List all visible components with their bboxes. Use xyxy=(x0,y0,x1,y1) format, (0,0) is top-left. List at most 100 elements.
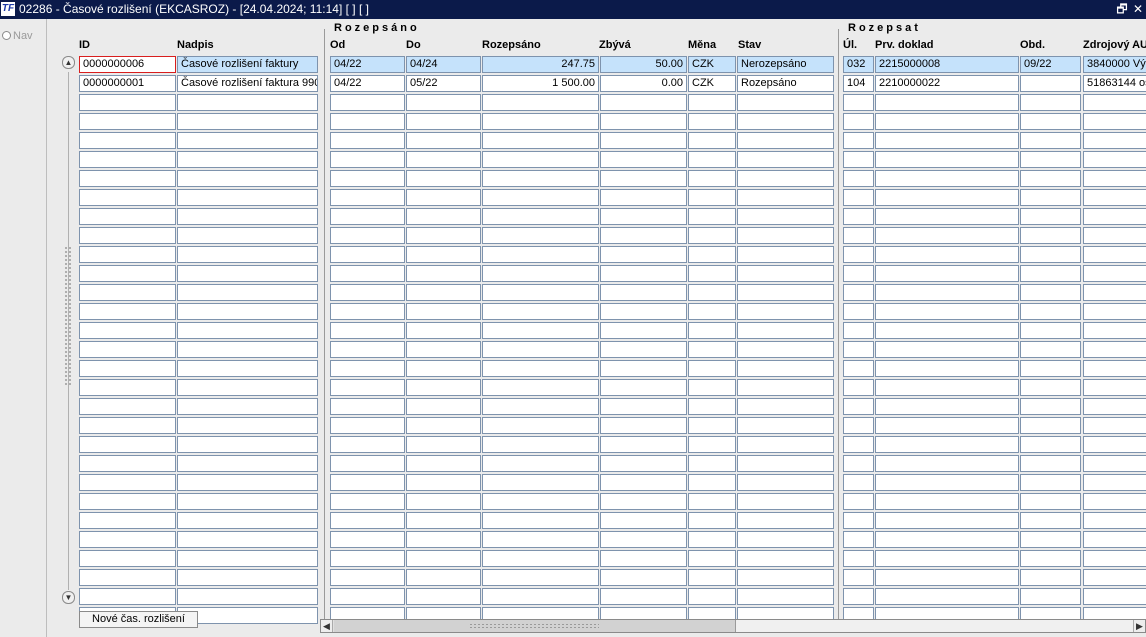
cell-zbyva[interactable] xyxy=(600,493,687,510)
cell-od[interactable] xyxy=(330,531,405,548)
cell-od[interactable] xyxy=(330,227,405,244)
cell-rozepsano[interactable] xyxy=(482,227,599,244)
cell-id[interactable] xyxy=(79,151,176,168)
cell-zbyva[interactable] xyxy=(600,303,687,320)
cell-zbyva[interactable] xyxy=(600,170,687,187)
cell-prv-doklad[interactable] xyxy=(875,246,1019,263)
cell-mena[interactable] xyxy=(688,132,736,149)
cell-ul[interactable] xyxy=(843,455,874,472)
cell-od[interactable] xyxy=(330,94,405,111)
cell-ul[interactable] xyxy=(843,531,874,548)
cell-obd[interactable]: 09/22 xyxy=(1020,56,1081,73)
cell-do[interactable] xyxy=(406,246,481,263)
cell-od[interactable] xyxy=(330,512,405,529)
cell-mena[interactable] xyxy=(688,493,736,510)
cell-ul[interactable] xyxy=(843,246,874,263)
cell-zbyva[interactable] xyxy=(600,132,687,149)
cell-rozepsano[interactable] xyxy=(482,550,599,567)
cell-id[interactable] xyxy=(79,265,176,282)
cell-mena[interactable] xyxy=(688,94,736,111)
cell-id[interactable] xyxy=(79,569,176,586)
cell-zbyva[interactable] xyxy=(600,531,687,548)
cell-zdrojovy[interactable] xyxy=(1083,303,1146,320)
cell-prv-doklad[interactable] xyxy=(875,208,1019,225)
cell-prv-doklad[interactable] xyxy=(875,569,1019,586)
cell-prv-doklad[interactable] xyxy=(875,379,1019,396)
cell-do[interactable] xyxy=(406,170,481,187)
cell-zbyva[interactable] xyxy=(600,417,687,434)
cell-do[interactable] xyxy=(406,189,481,206)
cell-zdrojovy[interactable] xyxy=(1083,398,1146,415)
cell-zdrojovy[interactable] xyxy=(1083,455,1146,472)
cell-rozepsano[interactable] xyxy=(482,360,599,377)
cell-od[interactable] xyxy=(330,550,405,567)
cell-rozepsano[interactable] xyxy=(482,398,599,415)
cell-prv-doklad[interactable] xyxy=(875,531,1019,548)
cell-od[interactable]: 04/22 xyxy=(330,75,405,92)
cell-zdrojovy[interactable] xyxy=(1083,246,1146,263)
cell-prv-doklad[interactable] xyxy=(875,512,1019,529)
cell-nadpis[interactable] xyxy=(177,398,318,415)
cell-zdrojovy[interactable] xyxy=(1083,151,1146,168)
cell-do[interactable] xyxy=(406,569,481,586)
cell-prv-doklad[interactable] xyxy=(875,588,1019,605)
cell-do[interactable] xyxy=(406,284,481,301)
cell-stav[interactable] xyxy=(737,151,834,168)
cell-obd[interactable] xyxy=(1020,493,1081,510)
cell-rozepsano[interactable] xyxy=(482,512,599,529)
cell-obd[interactable] xyxy=(1020,151,1081,168)
cell-stav[interactable] xyxy=(737,227,834,244)
cell-stav[interactable] xyxy=(737,189,834,206)
cell-zbyva[interactable] xyxy=(600,512,687,529)
cell-id[interactable] xyxy=(79,189,176,206)
cell-zdrojovy[interactable] xyxy=(1083,322,1146,339)
cell-id[interactable] xyxy=(79,132,176,149)
cell-od[interactable] xyxy=(330,569,405,586)
cell-rozepsano[interactable]: 247.75 xyxy=(482,56,599,73)
cell-zbyva[interactable] xyxy=(600,189,687,206)
cell-mena[interactable] xyxy=(688,455,736,472)
cell-ul[interactable] xyxy=(843,303,874,320)
cell-prv-doklad[interactable] xyxy=(875,151,1019,168)
cell-nadpis[interactable] xyxy=(177,436,318,453)
cell-stav[interactable] xyxy=(737,493,834,510)
cell-mena[interactable] xyxy=(688,550,736,567)
cell-rozepsano[interactable] xyxy=(482,379,599,396)
cell-od[interactable] xyxy=(330,588,405,605)
cell-rozepsano[interactable] xyxy=(482,341,599,358)
cell-zbyva[interactable] xyxy=(600,246,687,263)
cell-nadpis[interactable]: Časové rozlišení faktury xyxy=(177,56,318,73)
cell-do[interactable]: 04/24 xyxy=(406,56,481,73)
cell-ul[interactable] xyxy=(843,569,874,586)
cell-zbyva[interactable] xyxy=(600,94,687,111)
cell-stav[interactable] xyxy=(737,303,834,320)
cell-zdrojovy[interactable] xyxy=(1083,189,1146,206)
cell-do[interactable] xyxy=(406,455,481,472)
cell-nadpis[interactable] xyxy=(177,341,318,358)
cell-prv-doklad[interactable] xyxy=(875,303,1019,320)
cell-prv-doklad[interactable] xyxy=(875,341,1019,358)
cell-rozepsano[interactable] xyxy=(482,417,599,434)
cell-nadpis[interactable] xyxy=(177,417,318,434)
cell-stav[interactable] xyxy=(737,208,834,225)
cell-mena[interactable] xyxy=(688,341,736,358)
cell-mena[interactable] xyxy=(688,512,736,529)
cell-ul[interactable] xyxy=(843,208,874,225)
cell-prv-doklad[interactable] xyxy=(875,227,1019,244)
cell-nadpis[interactable] xyxy=(177,284,318,301)
cell-stav[interactable] xyxy=(737,246,834,263)
cell-ul[interactable] xyxy=(843,512,874,529)
cell-zdrojovy[interactable] xyxy=(1083,265,1146,282)
cell-ul[interactable] xyxy=(843,189,874,206)
cell-od[interactable] xyxy=(330,189,405,206)
cell-rozepsano[interactable] xyxy=(482,170,599,187)
cell-obd[interactable] xyxy=(1020,398,1081,415)
cell-id[interactable] xyxy=(79,284,176,301)
cell-mena[interactable] xyxy=(688,189,736,206)
cell-do[interactable] xyxy=(406,417,481,434)
scroll-thumb[interactable] xyxy=(334,620,736,632)
cell-do[interactable] xyxy=(406,113,481,130)
cell-mena[interactable] xyxy=(688,436,736,453)
cell-ul[interactable]: 032 xyxy=(843,56,874,73)
cell-od[interactable] xyxy=(330,474,405,491)
